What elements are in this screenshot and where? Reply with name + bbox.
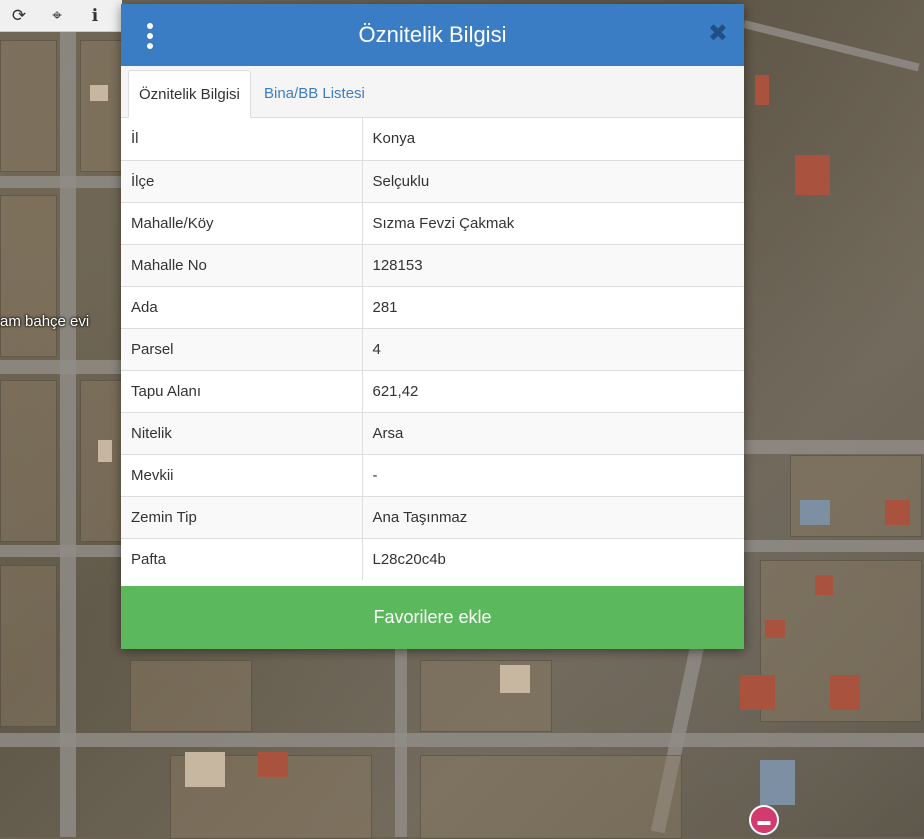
map-lot: [420, 755, 682, 839]
map-road: [0, 360, 121, 374]
map-building: [815, 575, 833, 595]
attribute-key: Zemin Tip: [121, 495, 363, 538]
map-building: [500, 665, 530, 693]
map-building: [765, 620, 785, 638]
tab-attributes[interactable]: Öznitelik Bilgisi: [128, 70, 251, 118]
attribute-value: 281: [362, 285, 744, 328]
attribute-value: 128153: [362, 243, 744, 286]
attribute-key: İlçe: [121, 159, 363, 202]
map-lot: [0, 195, 57, 357]
table-row: İlçe Selçuklu: [121, 159, 744, 202]
map-building: [885, 500, 910, 525]
menu-button[interactable]: [143, 23, 157, 49]
table-row: Mahalle/Köy Sızma Fevzi Çakmak: [121, 201, 744, 244]
map-lot: [130, 660, 252, 732]
map-road: [744, 440, 924, 454]
table-row: Zemin Tip Ana Taşınmaz: [121, 495, 744, 538]
table-row: Parsel 4: [121, 327, 744, 370]
map-road: [0, 176, 121, 188]
attribute-key: Ada: [121, 285, 363, 328]
map-building: [800, 500, 830, 525]
map-building: [740, 675, 775, 710]
map-building: [795, 155, 830, 195]
attribute-key: İl: [121, 118, 363, 160]
map-place-label: am bahçe evi: [0, 313, 90, 330]
table-row: Mahalle No 128153: [121, 243, 744, 286]
crosshair-icon: ⌖: [52, 5, 62, 25]
map-lot: [420, 660, 552, 732]
map-road: [0, 733, 924, 747]
attribute-value: Arsa: [362, 411, 744, 454]
map-building: [755, 75, 769, 105]
add-favorite-button[interactable]: Favorilere ekle: [121, 586, 744, 649]
attribute-value: Selçuklu: [362, 159, 744, 202]
info-button[interactable]: ℹ: [76, 0, 114, 31]
locate-button[interactable]: ⌖: [38, 0, 76, 31]
map-lot: [0, 380, 57, 542]
attribute-value: Sızma Fevzi Çakmak: [362, 201, 744, 244]
close-button[interactable]: ✖: [708, 21, 728, 47]
map-road: [60, 0, 76, 837]
map-road: [395, 649, 407, 837]
bed-icon: ▬: [757, 812, 771, 828]
info-icon: ℹ: [91, 5, 99, 25]
table-row: Ada 281: [121, 285, 744, 328]
refresh-icon: ⟳: [11, 5, 27, 25]
attribute-dialog: Öznitelik Bilgisi ✖ Öznitelik Bilgisi Bi…: [121, 4, 744, 649]
dot: [147, 43, 153, 49]
attribute-key: Mahalle No: [121, 243, 363, 286]
refresh-button[interactable]: ⟳: [0, 0, 38, 31]
map-building: [760, 760, 795, 805]
dot: [147, 33, 153, 39]
map-building: [185, 752, 225, 787]
attribute-table: İl Konya İlçe Selçuklu Mahalle/Köy Sızma Fevz…: [121, 118, 744, 580]
attribute-value: Konya: [372, 130, 416, 148]
map-lot: [0, 565, 57, 727]
attribute-key: Mahalle/Köy: [121, 201, 363, 244]
tab-building-list[interactable]: Bina/BB Listesi: [254, 70, 375, 117]
map-road: [744, 540, 924, 552]
map-road: [743, 20, 920, 72]
attribute-key: Nitelik: [121, 411, 363, 454]
map-building: [90, 85, 108, 101]
attribute-key: Tapu Alanı: [121, 369, 363, 412]
dot: [147, 23, 153, 29]
table-row: Nitelik Arsa: [121, 411, 744, 454]
attribute-value: 4: [362, 327, 744, 370]
attribute-value: 621,42: [362, 369, 744, 412]
map-lot: [80, 40, 123, 172]
table-row: Pafta L28c20c4b: [121, 537, 744, 580]
attribute-value: Ana Taşınmaz: [362, 495, 744, 538]
map-building: [830, 675, 860, 710]
dialog-title: Öznitelik Bilgisi: [358, 22, 507, 47]
table-row: Mevkii -: [121, 453, 744, 496]
map-lot: [0, 40, 57, 172]
map-building: [258, 752, 288, 777]
close-icon: ✖: [707, 20, 728, 47]
table-row: İl Konya: [121, 118, 744, 160]
map-toolbar: ⟳ ⌖ ℹ: [0, 0, 122, 32]
table-row: Tapu Alanı 621,42: [121, 369, 744, 412]
attribute-key: Pafta: [121, 537, 363, 580]
dialog-header: Öznitelik Bilgisi ✖: [121, 4, 744, 66]
tab-bar: Öznitelik Bilgisi Bina/BB Listesi: [121, 66, 744, 118]
map-poi-marker[interactable]: ▬: [749, 805, 779, 835]
map-building: [98, 440, 112, 462]
attribute-key: Mevkii: [121, 453, 363, 496]
map-road: [0, 545, 121, 557]
attribute-value: L28c20c4b: [362, 537, 744, 580]
attribute-key: Parsel: [121, 327, 363, 370]
attribute-value: -: [362, 453, 744, 496]
